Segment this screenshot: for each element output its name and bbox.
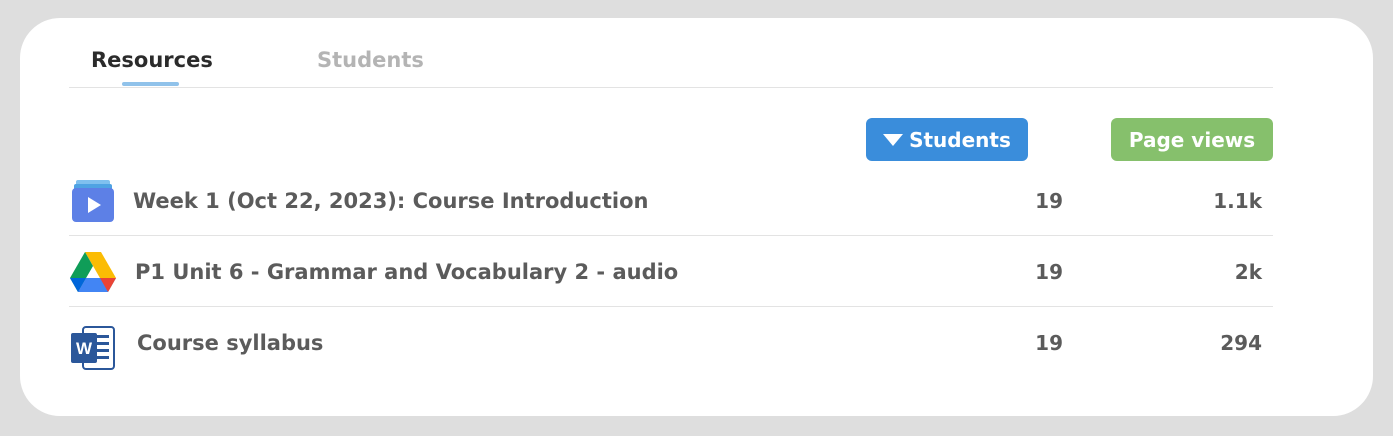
page-views-column-label: Page views: [1128, 127, 1256, 152]
page-views-count: 1.1k: [1213, 188, 1262, 213]
google-drive-icon: [70, 252, 116, 292]
svg-text:W: W: [76, 339, 93, 358]
page-views-column-sort-button[interactable]: Page views: [1111, 118, 1273, 161]
students-column-sort-button[interactable]: Students: [866, 118, 1028, 161]
resource-title[interactable]: Course syllabus: [137, 308, 323, 378]
page-views-count: 294: [1220, 331, 1262, 355]
tab-students[interactable]: Students: [317, 48, 424, 72]
resource-title[interactable]: Week 1 (Oct 22, 2023): Course Introducti…: [133, 166, 648, 235]
tab-resources[interactable]: Resources: [91, 48, 213, 72]
video-folder-icon: [72, 180, 114, 222]
word-document-icon: W: [71, 326, 115, 370]
page-views-count: 2k: [1234, 259, 1262, 284]
resources-card: Resources Students Students Page views W…: [20, 18, 1373, 416]
resource-title[interactable]: P1 Unit 6 - Grammar and Vocabulary 2 - a…: [135, 237, 678, 306]
students-count: 19: [1035, 259, 1063, 284]
students-count: 19: [1035, 188, 1063, 213]
tab-bar: Resources Students: [69, 18, 1273, 88]
table-row[interactable]: P1 Unit 6 - Grammar and Vocabulary 2 - a…: [69, 237, 1273, 307]
active-tab-indicator: [122, 82, 179, 86]
students-column-label: Students: [909, 127, 1011, 152]
table-row[interactable]: W Course syllabus 19 294: [69, 308, 1273, 378]
caret-down-icon: [883, 133, 904, 146]
table-row[interactable]: Week 1 (Oct 22, 2023): Course Introducti…: [69, 166, 1273, 236]
students-count: 19: [1035, 331, 1063, 355]
